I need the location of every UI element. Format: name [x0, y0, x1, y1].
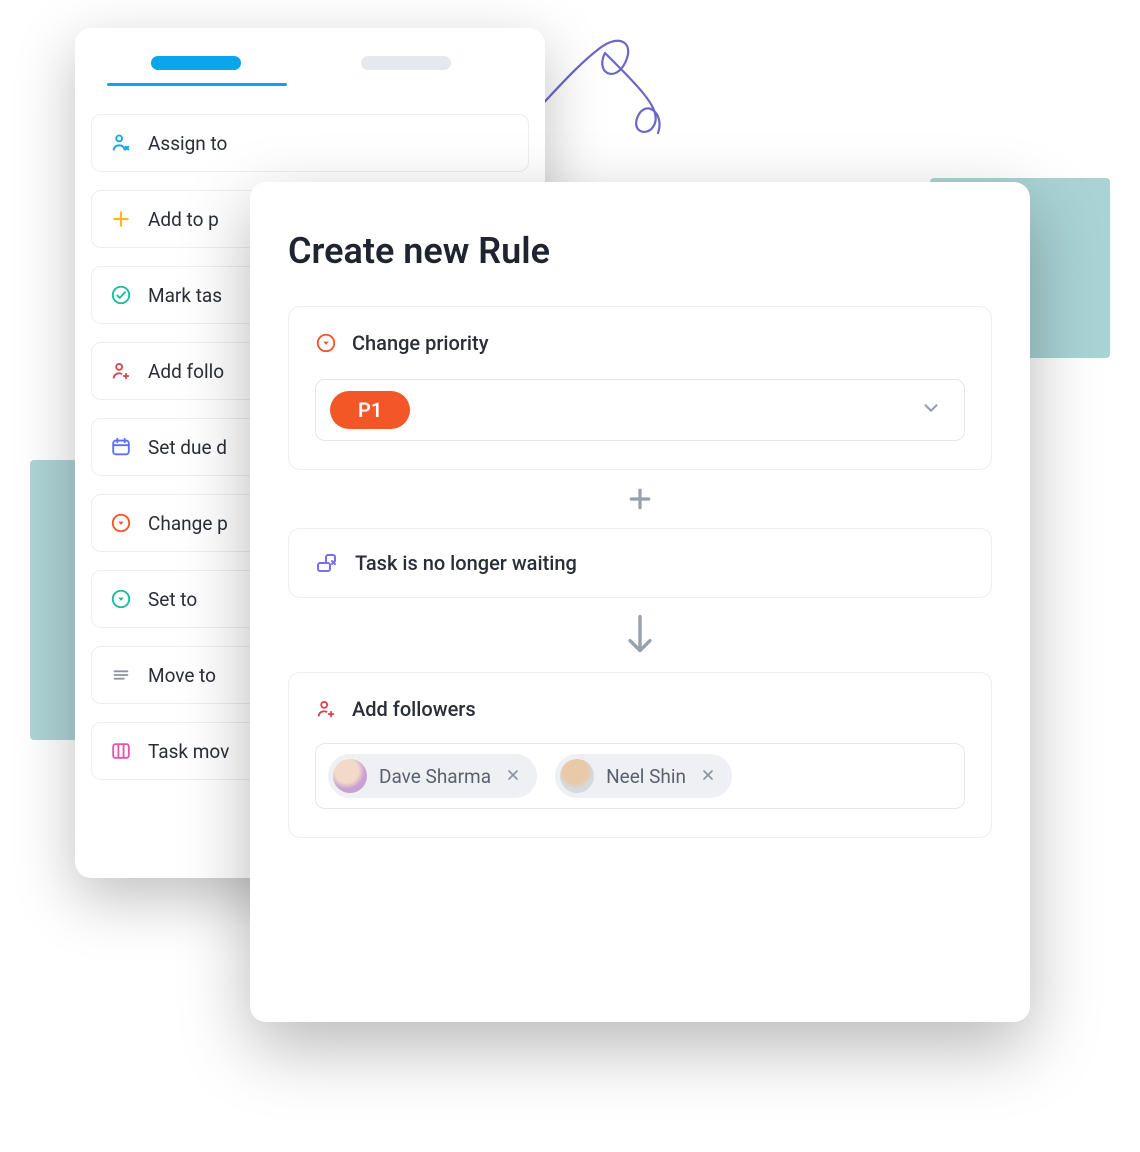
action-label: Add to p: [148, 208, 219, 231]
board-icon: [110, 740, 132, 762]
change-priority-label: Change priority: [352, 331, 488, 355]
remove-chip-icon[interactable]: [503, 765, 523, 788]
remove-chip-icon[interactable]: [698, 765, 718, 788]
add-followers-card: Add followers Dave Sharma Neel Shin: [288, 672, 992, 838]
followers-input[interactable]: Dave Sharma Neel Shin: [315, 743, 965, 809]
priority-icon: [315, 332, 337, 354]
flow-arrow-connector: [288, 598, 992, 672]
add-followers-label: Add followers: [352, 697, 476, 721]
priority-badge: P1: [330, 391, 410, 429]
action-label: Set to: [148, 588, 197, 611]
add-follower-icon: [110, 360, 132, 382]
avatar: [560, 759, 594, 793]
action-label: Set due d: [148, 436, 227, 459]
add-step-connector: [288, 470, 992, 528]
plus-icon: [110, 208, 132, 230]
arrow-down-icon: [623, 612, 657, 658]
tab-underline: [107, 83, 287, 86]
task-status-card[interactable]: Task is no longer waiting: [288, 528, 992, 598]
create-rule-panel: Create new Rule Change priority P1 Task …: [250, 182, 1030, 1022]
action-label: Move to: [148, 664, 216, 687]
chevron-down-icon: [920, 397, 942, 423]
follower-name: Dave Sharma: [379, 765, 491, 788]
check-circle-icon: [110, 284, 132, 306]
follower-chip: Dave Sharma: [328, 754, 537, 798]
avatar: [333, 759, 367, 793]
action-label: Mark tas: [148, 284, 222, 307]
assign-icon: [110, 132, 132, 154]
follower-chip: Neel Shin: [555, 754, 732, 798]
move-icon: [110, 664, 132, 686]
change-priority-card: Change priority P1: [288, 306, 992, 470]
change-priority-header: Change priority: [315, 331, 965, 355]
priority-icon: [110, 512, 132, 534]
set-to-icon: [110, 588, 132, 610]
calendar-icon: [110, 436, 132, 458]
action-label: Task mov: [148, 740, 229, 763]
tabs-bar: [91, 56, 529, 70]
follower-name: Neel Shin: [606, 765, 686, 788]
action-assign-to[interactable]: Assign to: [91, 114, 529, 172]
waiting-icon: [315, 551, 339, 575]
add-followers-header: Add followers: [315, 697, 965, 721]
action-label: Change p: [148, 512, 228, 535]
action-label: Add follo: [148, 360, 224, 383]
tab-inactive[interactable]: [361, 56, 451, 70]
task-status-label: Task is no longer waiting: [355, 551, 577, 575]
priority-select[interactable]: P1: [315, 379, 965, 441]
action-label: Assign to: [148, 132, 227, 155]
tab-active[interactable]: [151, 56, 241, 70]
add-follower-icon: [315, 698, 337, 720]
plus-icon[interactable]: [625, 484, 655, 514]
create-rule-title: Create new Rule: [288, 230, 992, 272]
